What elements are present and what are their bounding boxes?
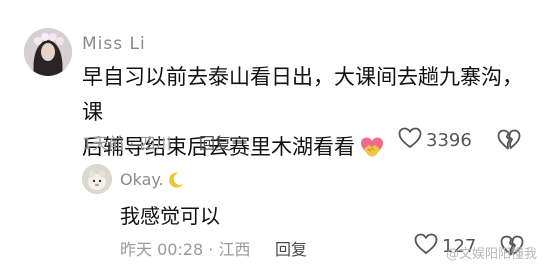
comment-time: 1天前 <box>82 134 125 153</box>
reply-text: 我感觉可以 <box>120 204 220 228</box>
reply-avatar[interactable] <box>82 164 112 194</box>
comment-dislike-button[interactable] <box>497 129 521 155</box>
comment-meta: 1天前 · 四川 <box>82 130 171 154</box>
comment-like-count: 3396 <box>426 130 472 151</box>
comment-reply-button[interactable]: 回复 <box>199 130 231 154</box>
meta-separator: · <box>208 240 219 259</box>
broken-heart-icon <box>497 129 521 155</box>
heart-outline-icon <box>398 127 422 154</box>
commenter-avatar[interactable] <box>24 28 72 76</box>
reply-username-row: Okay. <box>120 170 185 189</box>
handshake-heart-emoji-icon <box>359 135 385 161</box>
meta-separator: · <box>129 134 140 153</box>
reply-time: 昨天 00:28 <box>120 240 204 259</box>
reply-username[interactable]: Okay. <box>120 170 164 189</box>
reply-meta: 昨天 00:28 · 江西 <box>120 236 250 260</box>
commenter-username[interactable]: Miss Li <box>82 34 146 54</box>
comment-like-button[interactable]: 3396 <box>398 127 472 154</box>
reply-location: 江西 <box>218 240 251 259</box>
heart-outline-icon <box>414 233 438 260</box>
comment-location: 四川 <box>139 134 172 153</box>
comment-text-line-1: 早自习以前去泰山看日出，大课间去趟九寨沟，课 <box>82 65 523 124</box>
crescent-moon-emoji-icon <box>167 171 185 189</box>
reply-reply-button[interactable]: 回复 <box>275 236 307 260</box>
watermark: @文娱阳阳懂我 <box>445 247 537 262</box>
